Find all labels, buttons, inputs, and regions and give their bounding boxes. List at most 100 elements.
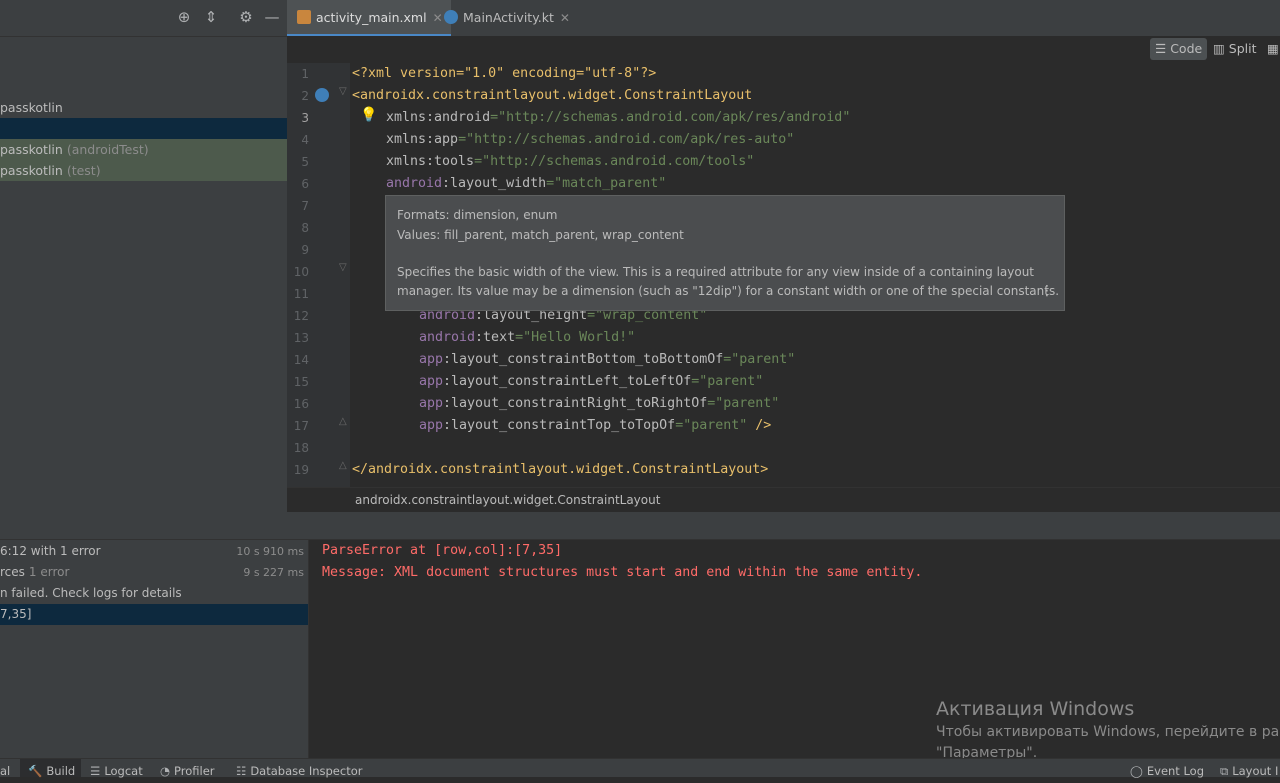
build-tree-row[interactable]: n failed. Check logs for details bbox=[0, 583, 308, 604]
kotlin-class-icon[interactable] bbox=[315, 88, 329, 102]
build-tree-row[interactable]: rces 1 error 9 s 227 ms bbox=[0, 562, 308, 583]
code-view-label: Code bbox=[1170, 41, 1203, 56]
fold-icon[interactable]: ▽ bbox=[339, 86, 347, 97]
code-line-13: android:text="Hello World!" bbox=[419, 327, 635, 349]
tool-tab-layout-inspector[interactable]: ⧉ Layout I bbox=[1220, 759, 1278, 778]
line-number: 10 bbox=[293, 265, 309, 279]
breadcrumb-item[interactable]: androidx.constraintlayout.widget.Constra… bbox=[355, 493, 660, 507]
tab-activity-main-xml[interactable]: activity_main.xml ✕ bbox=[287, 0, 451, 37]
code-line-5: xmlns:tools="http://schemas.android.com/… bbox=[386, 151, 754, 173]
line-number: 9 bbox=[301, 243, 309, 257]
line-number: 11 bbox=[293, 287, 309, 301]
split-view-button[interactable]: ▥ Split bbox=[1208, 38, 1262, 60]
line-number: 19 bbox=[293, 463, 309, 477]
code-line-17: app:layout_constraintTop_toTopOf="parent… bbox=[419, 415, 771, 437]
line-number: 18 bbox=[293, 441, 309, 455]
build-row-suffix: 1 error bbox=[28, 565, 70, 579]
attr-name: xmlns:android bbox=[386, 110, 491, 125]
code-line-16: app:layout_constraintRight_toRightOf="pa… bbox=[419, 393, 779, 415]
fold-icon[interactable]: ▽ bbox=[339, 262, 347, 273]
attr-name: xmlns:app bbox=[386, 132, 459, 147]
tree-item-label: passkotlin bbox=[0, 100, 63, 115]
lightbulb-icon[interactable]: 💡 bbox=[360, 107, 377, 123]
tree-item-android-test[interactable]: passkotlin (androidTest) bbox=[0, 139, 287, 160]
line-number-gutter: 1 2 3 4 5 6 7 8 9 10 11 12 13 14 15 16 1… bbox=[287, 63, 350, 487]
tool-window-bar: al 🔨 Build ☰ Logcat ◔ Profiler ☷ Database In… bbox=[0, 758, 1280, 778]
tool-tab-event-log[interactable]: ◯ Event Log bbox=[1130, 759, 1204, 778]
xml-declaration: <?xml version="1.0" encoding="utf-8"?> bbox=[352, 66, 657, 81]
locate-icon[interactable]: ⊕ bbox=[175, 8, 193, 26]
code-line-19: </androidx.constraintlayout.widget.Const… bbox=[352, 459, 768, 481]
doc-description-line2: manager. Its value may be a dimension (s… bbox=[397, 284, 1060, 298]
fold-end-icon[interactable]: △ bbox=[339, 460, 347, 471]
watermark-line: Чтобы активировать Windows, перейдите в … bbox=[936, 724, 1280, 740]
build-tree-row-selected[interactable]: 7,35] bbox=[0, 604, 308, 625]
build-row-label: rces bbox=[0, 565, 25, 579]
fold-end-icon[interactable]: △ bbox=[339, 416, 347, 427]
tool-tab-terminal[interactable]: al bbox=[0, 759, 10, 778]
line-number: 5 bbox=[301, 155, 309, 169]
attr-name: :layout_constraintBottom_toBottomOf bbox=[443, 352, 724, 367]
project-panel: ⊕ ⇕ ⚙ — passkotlin passkotlin (androidTe… bbox=[0, 0, 287, 512]
build-row-label: 7,35] bbox=[0, 607, 32, 621]
gear-icon[interactable]: ⚙ bbox=[237, 8, 255, 26]
attr-value: ="parent" bbox=[691, 374, 764, 389]
attr-name: :layout_constraintLeft_toLeftOf bbox=[443, 374, 692, 389]
tool-tab-build[interactable]: 🔨 Build bbox=[20, 759, 82, 778]
design-view-icon: ▦ bbox=[1267, 41, 1279, 56]
build-row-time: 10 s 910 ms bbox=[236, 545, 304, 558]
split-view-icon: ▥ bbox=[1213, 41, 1225, 56]
attr-name: :layout_width bbox=[442, 176, 547, 191]
tab-label: activity_main.xml bbox=[316, 10, 427, 25]
tab-main-activity-kt[interactable]: MainActivity.kt ✕ bbox=[442, 0, 578, 34]
kotlin-file-icon bbox=[444, 10, 458, 24]
split-view-label: Split bbox=[1228, 41, 1257, 56]
code-line-15: app:layout_constraintLeft_toLeftOf="pare… bbox=[419, 371, 763, 393]
attr-value: ="parent" bbox=[723, 352, 796, 367]
code-line-6: android:layout_width="match_parent" bbox=[386, 173, 666, 195]
build-tool-window-header bbox=[0, 512, 1280, 540]
doc-values: Values: fill_parent, match_parent, wrap_… bbox=[397, 228, 684, 242]
line-number: 12 bbox=[293, 309, 309, 323]
collapse-all-icon[interactable]: ⇕ bbox=[202, 8, 220, 26]
attr-namespace: app bbox=[419, 418, 444, 433]
line-number: 1 bbox=[301, 67, 309, 81]
build-tree: 6:12 with 1 error 10 s 910 ms rces 1 erro… bbox=[0, 540, 309, 758]
attr-value: ="Hello World!" bbox=[515, 330, 636, 345]
editor-tab-bar: activity_main.xml ✕ MainActivity.kt ✕ bbox=[287, 0, 1280, 37]
attr-namespace: android bbox=[419, 330, 476, 345]
tree-item-label: passkotlin bbox=[0, 142, 63, 157]
line-number: 6 bbox=[301, 177, 309, 191]
tree-item-label: passkotlin bbox=[0, 163, 63, 178]
doc-description-line1: Specifies the basic width of the view. T… bbox=[397, 265, 1035, 279]
tree-item-selected[interactable] bbox=[0, 118, 287, 139]
line-number: 13 bbox=[293, 331, 309, 345]
tree-item-package[interactable]: passkotlin bbox=[0, 97, 287, 118]
code-line-3: xmlns:android="http://schemas.android.co… bbox=[386, 107, 850, 129]
attr-value: ="http://schemas.android.com/tools" bbox=[474, 154, 755, 169]
close-icon[interactable]: ✕ bbox=[560, 11, 570, 25]
build-row-time: 9 s 227 ms bbox=[243, 566, 304, 579]
design-view-button[interactable]: ▦ bbox=[1262, 38, 1280, 60]
code-line-1: <?xml version="1.0" encoding="utf-8"?> bbox=[352, 63, 656, 85]
more-options-icon[interactable]: ⋮ bbox=[1040, 282, 1054, 301]
attr-value: ="match_parent" bbox=[546, 176, 667, 191]
hide-icon[interactable]: — bbox=[263, 8, 281, 26]
build-row-label: n failed. Check logs for details bbox=[0, 586, 182, 600]
tree-item-test[interactable]: passkotlin (test) bbox=[0, 160, 287, 181]
line-number: 15 bbox=[293, 375, 309, 389]
error-message: Message: XML document structures must st… bbox=[322, 565, 923, 580]
tree-item-suffix: (test) bbox=[66, 163, 101, 178]
code-line-2: <androidx.constraintlayout.widget.Constr… bbox=[352, 85, 752, 107]
self-close-tag: /> bbox=[747, 418, 772, 433]
tool-tab-database-inspector[interactable]: ☷ Database Inspector bbox=[236, 759, 362, 778]
code-view-icon: ☰ bbox=[1155, 41, 1167, 56]
attr-value: ="http://schemas.android.com/apk/res/and… bbox=[490, 110, 851, 125]
line-number: 16 bbox=[293, 397, 309, 411]
tool-tab-logcat[interactable]: ☰ Logcat bbox=[90, 759, 143, 778]
project-toolbar: ⊕ ⇕ ⚙ — bbox=[0, 0, 287, 37]
line-number: 8 bbox=[301, 221, 309, 235]
tool-tab-profiler[interactable]: ◔ Profiler bbox=[160, 759, 215, 778]
build-tree-row[interactable]: 6:12 with 1 error 10 s 910 ms bbox=[0, 541, 308, 562]
code-view-button[interactable]: ☰ Code bbox=[1150, 38, 1208, 60]
